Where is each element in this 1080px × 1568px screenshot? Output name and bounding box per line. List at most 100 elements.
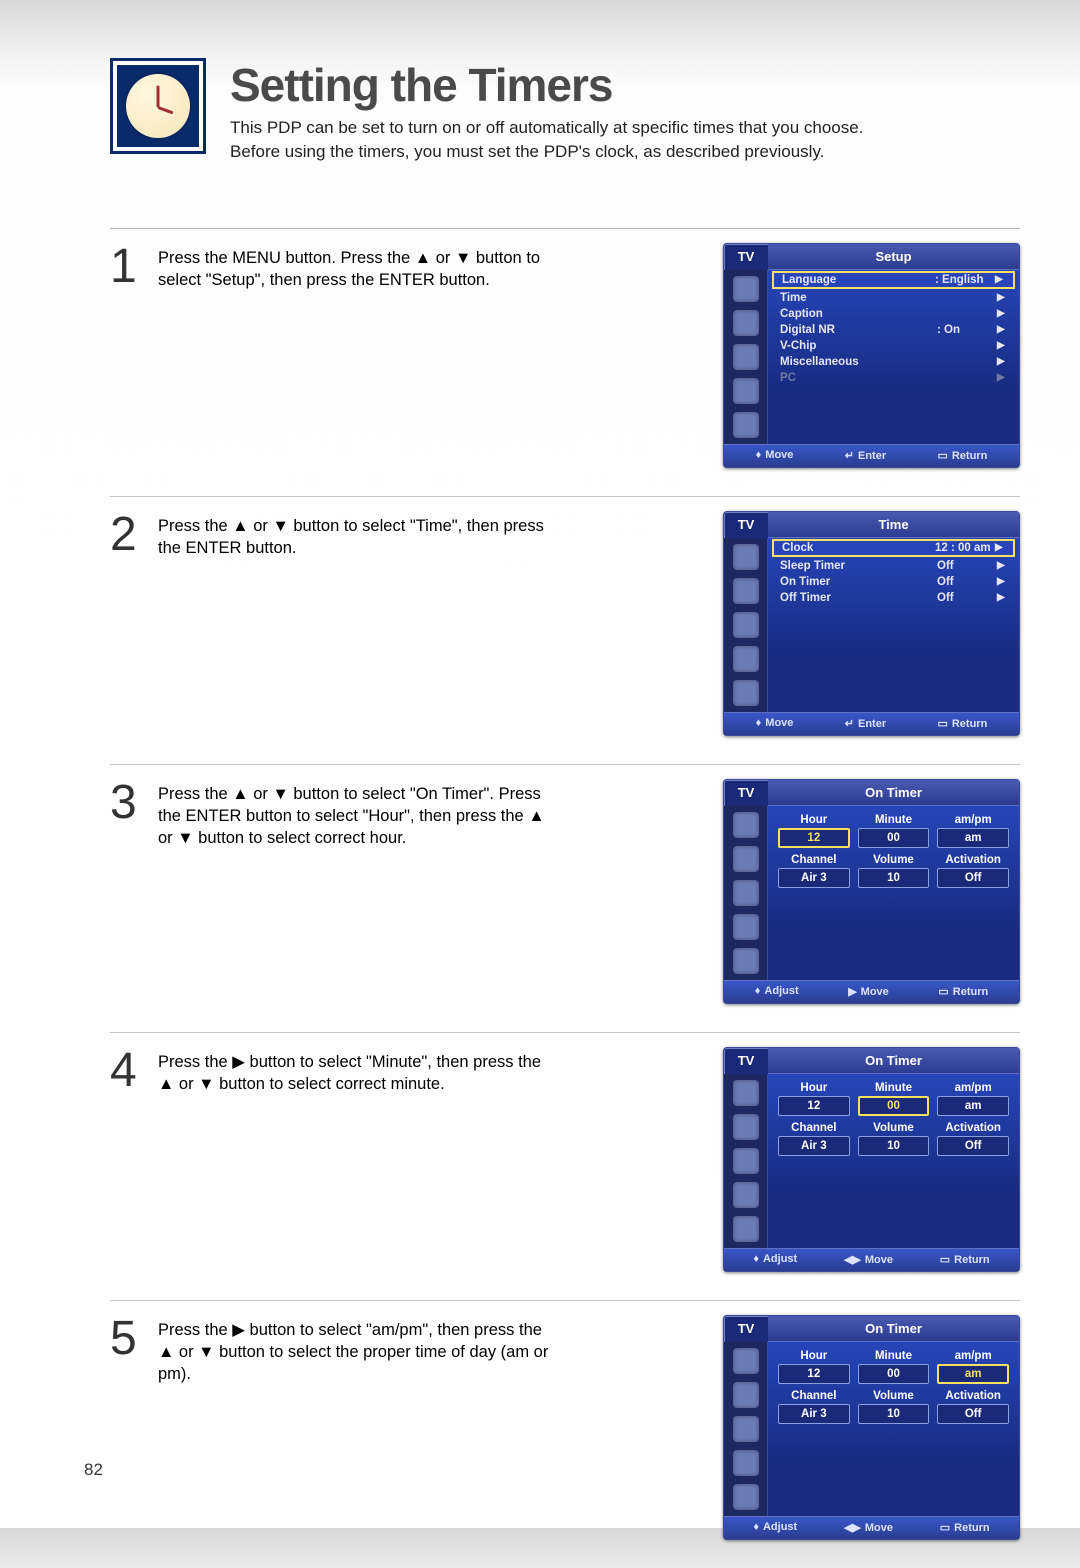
footer-adjust: Adjust [755,985,799,998]
osd-row-misc[interactable]: Miscellaneous▶ [768,354,1019,370]
step-number: 3 [110,781,148,824]
label-activation: Activation [937,854,1009,866]
osd-side-icons [724,538,768,712]
osd-row-time[interactable]: Time▶ [768,290,1019,306]
osd-list: Clock12 : 00 am▶ Sleep TimerOff▶ On Time… [768,538,1019,712]
osd-footer: Adjust Move Return [724,1248,1019,1271]
osd-heading: On Timer [768,780,1019,806]
osd-tv-label: TV [724,512,768,537]
osd-row-language[interactable]: Language: English▶ [772,271,1015,289]
osd-row-clock[interactable]: Clock12 : 00 am▶ [772,539,1015,557]
osd-side-icons [724,1074,768,1248]
osd-row-ontimer[interactable]: On TimerOff▶ [768,574,1019,590]
step-row: 4 Press the ▶ button to select "Minute",… [110,1032,1020,1300]
step-text: Press the MENU button. Press the ▲ or ▼ … [158,243,553,292]
label-channel: Channel [778,854,850,866]
label-ampm: am/pm [937,814,1009,826]
footer-return: Return [937,449,987,462]
osd-side-icons [724,270,768,444]
osd-heading: Setup [768,244,1019,270]
osd-ontimer-ampm: TV On Timer Hour Minute am/pm 12 00 [723,1315,1020,1540]
label-minute: Minute [858,1082,930,1094]
step-text: Press the ▲ or ▼ button to select "Time"… [158,511,553,560]
osd-row-pc: PC▶ [768,370,1019,386]
cell-activation[interactable]: Off [937,868,1009,888]
step-row: 3 Press the ▲ or ▼ button to select "On … [110,764,1020,1032]
footer-adjust: Adjust [753,1253,797,1266]
cell-channel[interactable]: Air 3 [778,868,850,888]
osd-time: TV Time Clock12 : 00 am▶ Sleep TimerOff▶… [723,511,1020,736]
page-number: 82 [84,1460,103,1480]
step-text: Press the ▲ or ▼ button to select "On Ti… [158,779,553,850]
footer-return: Return [940,1521,990,1534]
footer-enter: Enter [845,717,886,730]
step-row: 2 Press the ▲ or ▼ button to select "Tim… [110,496,1020,764]
footer-move: Move [756,449,794,462]
label-ampm: am/pm [937,1082,1009,1094]
label-minute: Minute [858,1350,930,1362]
cell-channel[interactable]: Air 3 [778,1404,850,1424]
label-hour: Hour [778,814,850,826]
cell-hour[interactable]: 12 [778,1096,850,1116]
cell-volume[interactable]: 10 [858,1404,930,1424]
footer-enter: Enter [845,449,886,462]
osd-ontimer-minute: TV On Timer Hour Minute am/pm 12 00 [723,1047,1020,1272]
osd-heading: Time [768,512,1019,538]
step-number: 5 [110,1317,148,1360]
label-volume: Volume [858,1122,930,1134]
intro-line-1: This PDP can be set to turn on or off au… [230,118,863,137]
cell-volume[interactable]: 10 [858,868,930,888]
osd-tv-label: TV [724,1048,768,1073]
footer-return: Return [940,1253,990,1266]
osd-tv-label: TV [724,1316,768,1341]
label-activation: Activation [937,1122,1009,1134]
osd-row-vchip[interactable]: V-Chip▶ [768,338,1019,354]
step-number: 1 [110,245,148,288]
cell-activation[interactable]: Off [937,1404,1009,1424]
osd-footer: Move Enter Return [724,444,1019,467]
cell-activation[interactable]: Off [937,1136,1009,1156]
cell-ampm[interactable]: am [937,1364,1009,1384]
osd-footer: Adjust Move Return [724,980,1019,1003]
label-hour: Hour [778,1082,850,1094]
label-activation: Activation [937,1390,1009,1402]
step-row: 5 Press the ▶ button to select "am/pm", … [110,1300,1020,1568]
cell-hour[interactable]: 12 [778,828,850,848]
step-number: 4 [110,1049,148,1092]
osd-heading: On Timer [768,1048,1019,1074]
cell-channel[interactable]: Air 3 [778,1136,850,1156]
step-number: 2 [110,513,148,556]
cell-hour[interactable]: 12 [778,1364,850,1384]
osd-side-icons [724,806,768,980]
step-row: 1 Press the MENU button. Press the ▲ or … [110,228,1020,496]
page-title: Setting the Timers [230,58,863,112]
osd-footer: Move Enter Return [724,712,1019,735]
footer-return: Return [938,985,988,998]
cell-minute[interactable]: 00 [858,828,930,848]
cell-minute[interactable]: 00 [858,1364,930,1384]
cell-ampm[interactable]: am [937,1096,1009,1116]
osd-list: Language: English▶ Time▶ Caption▶ Digita… [768,270,1019,444]
osd-setup: TV Setup Language: English▶ Time▶ Captio… [723,243,1020,468]
osd-side-icons [724,1342,768,1516]
cell-minute[interactable]: 00 [858,1096,930,1116]
osd-heading: On Timer [768,1316,1019,1342]
step-text: Press the ▶ button to select "am/pm", th… [158,1315,553,1386]
label-hour: Hour [778,1350,850,1362]
cell-ampm[interactable]: am [937,828,1009,848]
osd-tv-label: TV [724,780,768,805]
footer-move: Move [844,1253,893,1266]
footer-move: Move [844,1521,893,1534]
cell-volume[interactable]: 10 [858,1136,930,1156]
osd-row-caption[interactable]: Caption▶ [768,306,1019,322]
intro-line-2: Before using the timers, you must set th… [230,142,824,161]
osd-row-offtimer[interactable]: Off TimerOff▶ [768,590,1019,606]
label-minute: Minute [858,814,930,826]
clock-icon [110,58,206,154]
osd-row-digitalnr[interactable]: Digital NR: On▶ [768,322,1019,338]
footer-move: Move [756,717,794,730]
footer-adjust: Adjust [753,1521,797,1534]
osd-tv-label: TV [724,244,768,269]
osd-row-sleep[interactable]: Sleep TimerOff▶ [768,558,1019,574]
footer-move: Move [848,985,889,998]
